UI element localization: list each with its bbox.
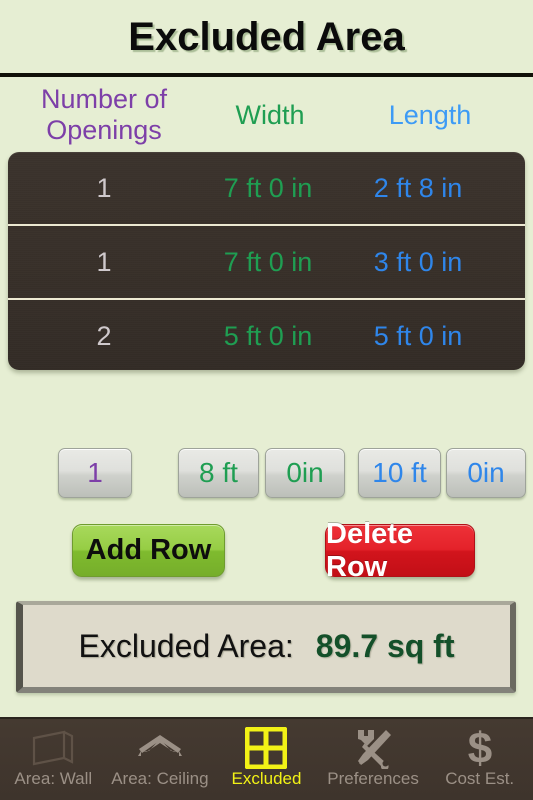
cell-length: 5 ft 0 in (373, 320, 463, 351)
window-grid-icon (245, 726, 288, 770)
excluded-area-result-panel: Excluded Area: 89.7 sq ft (16, 601, 516, 693)
result-inner: Excluded Area: 89.7 sq ft (79, 628, 455, 665)
cell-count: 1 (96, 246, 112, 277)
openings-count-stepper[interactable]: 1 (58, 448, 132, 498)
table-row[interactable]: 1 7 ft 0 in 2 ft 8 in (8, 152, 525, 224)
cell-count: 2 (96, 320, 112, 351)
table-column-headers: Number of Openings Width Length (0, 80, 533, 148)
page-title: Excluded Area (128, 14, 405, 59)
add-row-button[interactable]: Add Row (72, 524, 225, 577)
length-feet-stepper[interactable]: 10 ft (358, 448, 441, 498)
input-row: 1 8 ft 0in 10 ft 0in (0, 448, 533, 500)
delete-row-button[interactable]: Delete Row (325, 518, 475, 583)
openings-table[interactable]: 1 7 ft 0 in 2 ft 8 in 1 7 ft 0 in 3 ft 0… (8, 152, 525, 370)
width-feet-stepper[interactable]: 8 ft (178, 448, 259, 498)
roof-peak-icon (135, 726, 185, 770)
tab-label: Cost Est. (445, 769, 515, 788)
tab-cost-est[interactable]: $ Cost Est. (426, 719, 533, 800)
tab-label: Preferences (327, 769, 419, 788)
tab-label: Area: Wall (14, 769, 93, 788)
column-header-width: Width (235, 100, 305, 130)
app-screen: Excluded Area Number of Openings Width L… (0, 0, 533, 800)
svg-text:$: $ (467, 726, 491, 770)
result-label: Excluded Area: (78, 627, 294, 664)
result-value: 89.7 sq ft (315, 627, 455, 664)
tab-area-wall[interactable]: Area: Wall (0, 719, 107, 800)
tab-bar: Area: Wall Area: Ceiling Excluded Prefer… (0, 717, 533, 800)
length-inches-stepper[interactable]: 0in (446, 448, 526, 498)
tab-preferences[interactable]: Preferences (320, 719, 427, 800)
column-header-openings: Number of Openings (40, 84, 168, 145)
cell-length: 3 ft 0 in (373, 246, 463, 277)
cell-length: 2 ft 8 in (373, 172, 463, 203)
tab-area-ceiling[interactable]: Area: Ceiling (107, 719, 214, 800)
cell-count: 1 (96, 172, 112, 203)
width-inches-stepper[interactable]: 0in (265, 448, 345, 498)
column-header-length: Length (388, 100, 472, 130)
header: Excluded Area (0, 0, 533, 74)
header-divider (0, 73, 533, 77)
wall-slab-icon (30, 726, 76, 770)
cell-width: 7 ft 0 in (223, 246, 313, 277)
wrench-screwdriver-icon (351, 726, 395, 770)
table-row[interactable]: 2 5 ft 0 in 5 ft 0 in (8, 298, 525, 370)
tab-label: Excluded (231, 769, 302, 788)
action-row: Add Row Delete Row (0, 518, 533, 583)
tab-label: Area: Ceiling (111, 769, 209, 788)
dollar-sign-icon: $ (463, 726, 497, 770)
cell-width: 5 ft 0 in (223, 320, 313, 351)
cell-width: 7 ft 0 in (223, 172, 313, 203)
tab-excluded[interactable]: Excluded (213, 719, 320, 800)
table-row[interactable]: 1 7 ft 0 in 3 ft 0 in (8, 224, 525, 298)
